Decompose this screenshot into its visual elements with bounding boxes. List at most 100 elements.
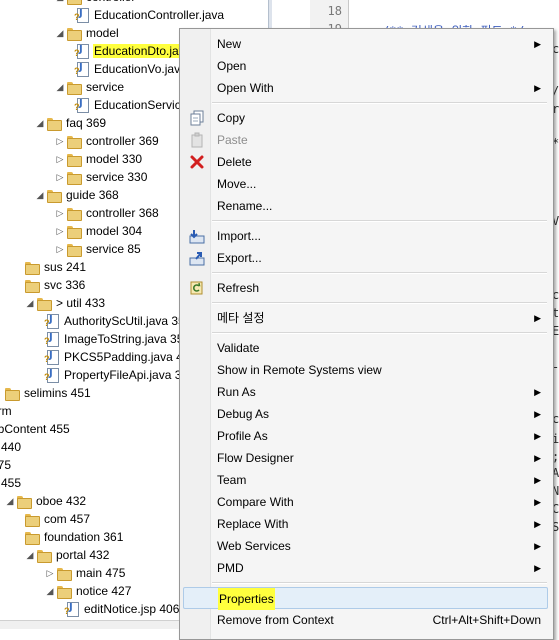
collapse-arrow-icon[interactable]: ◢: [34, 114, 46, 132]
menu-item-item[interactable]: 메타 설정 ▶: [183, 307, 548, 329]
expand-arrow-icon[interactable]: ▷: [54, 204, 66, 222]
menu-item-label: Delete: [217, 155, 252, 169]
tree-item[interactable]: ◢ notice 427: [44, 582, 132, 600]
tree-item[interactable]: ? EducationVo.java: [74, 60, 188, 78]
collapse-arrow-icon[interactable]: ◢: [54, 0, 66, 6]
tree-item[interactable]: 375: [0, 456, 12, 474]
expand-arrow-icon[interactable]: ▷: [54, 132, 66, 150]
menu-item-move[interactable]: Move...: [183, 173, 548, 195]
menu-item-paste[interactable]: Paste: [183, 129, 548, 151]
menu-item-shortcut: Ctrl+Alt+Shift+Down: [432, 613, 541, 627]
tree-item[interactable]: ▷ model 330: [54, 150, 143, 168]
tree-item[interactable]: ▷ controller 369: [54, 132, 160, 150]
collapse-arrow-icon[interactable]: ◢: [4, 492, 16, 510]
collapse-arrow-icon[interactable]: ◢: [54, 24, 66, 42]
expand-arrow-icon[interactable]: ▷: [44, 564, 56, 582]
tree-item-label: controller 369: [86, 134, 159, 148]
tree-item[interactable]: ◢ oboe 432: [4, 492, 87, 510]
collapse-arrow-icon[interactable]: ◢: [54, 78, 66, 96]
tree-item-label: EducationController.java: [94, 8, 225, 22]
menu-item-label: Paste: [217, 133, 248, 147]
package-folder-icon: [66, 150, 82, 168]
menu-item-rename[interactable]: Rename...: [183, 195, 548, 217]
tree-item[interactable]: selimins 451: [4, 384, 92, 402]
tree-item[interactable]: ? ImageToString.java 354: [44, 330, 191, 348]
menu-item-open-with[interactable]: Open With ▶: [183, 77, 548, 99]
tree-item[interactable]: ▷ model 304: [54, 222, 143, 240]
menu-item-flow-designer[interactable]: Flow Designer ▶: [183, 447, 548, 469]
menu-item-validate[interactable]: Validate: [183, 337, 548, 359]
menu-item-import[interactable]: Import...: [183, 225, 548, 247]
tree-item[interactable]: orm: [0, 402, 13, 420]
menu-item-new[interactable]: New ▶: [183, 33, 548, 55]
menu-item-profile-as[interactable]: Profile As ▶: [183, 425, 548, 447]
menu-item-label: Web Services: [217, 539, 291, 553]
refresh-icon: [189, 280, 205, 296]
expand-arrow-icon[interactable]: ▷: [54, 222, 66, 240]
tree-item[interactable]: ▷ main 475: [44, 564, 126, 582]
menu-item-remove-from-context[interactable]: Remove from Context Ctrl+Alt+Shift+Down: [183, 609, 548, 631]
menu-item-delete[interactable]: Delete: [183, 151, 548, 173]
menu-item-pmd[interactable]: PMD ▶: [183, 557, 548, 579]
tree-item[interactable]: ? EducationController.java: [74, 6, 225, 24]
tree-item[interactable]: ?EducationDto.java: [74, 42, 193, 60]
tree-item[interactable]: ◢ guide 368: [34, 186, 120, 204]
tree-item[interactable]: ebContent 455: [0, 420, 71, 438]
menu-item-export[interactable]: Export...: [183, 247, 548, 269]
tree-item[interactable]: ? PKCS5Padding.java 433: [44, 348, 197, 366]
tree-item[interactable]: p 455: [0, 474, 22, 492]
collapse-arrow-icon[interactable]: ◢: [24, 546, 36, 564]
tree-item[interactable]: e 440: [0, 438, 22, 456]
expand-arrow-icon[interactable]: ▷: [54, 150, 66, 168]
tree-item[interactable]: ? editNotice.jsp 406: [64, 600, 180, 618]
menu-item-web-services[interactable]: Web Services ▶: [183, 535, 548, 557]
menu-item-team[interactable]: Team ▶: [183, 469, 548, 491]
tree-item[interactable]: svc 336: [24, 276, 86, 294]
package-folder-icon: [66, 78, 82, 96]
tree-item[interactable]: ▷ service 85: [54, 240, 142, 258]
tree-item[interactable]: com 457: [24, 510, 91, 528]
tree-horizontal-scrollbar[interactable]: [0, 620, 179, 629]
tree-item-label: controller: [85, 0, 136, 4]
tree-item[interactable]: ◢ faq 369: [34, 114, 107, 132]
menu-item-open[interactable]: Open: [183, 55, 548, 77]
tree-item-label: model 304: [86, 224, 143, 238]
tree-item-label: EducationDto.java: [93, 44, 193, 58]
java-file-icon: ?: [74, 96, 90, 114]
menu-item-refresh[interactable]: Refresh: [183, 277, 548, 299]
tree-item[interactable]: ◢ service: [54, 78, 125, 96]
menu-item-label: Profile As: [217, 429, 268, 443]
tree-item[interactable]: ▷ service 330: [54, 168, 148, 186]
tree-item[interactable]: sus 241: [24, 258, 87, 276]
tree-item[interactable]: ◢ > util 433: [24, 294, 106, 312]
menu-item-properties[interactable]: Properties: [183, 587, 548, 610]
tree-item[interactable]: foundation 361: [24, 528, 124, 546]
package-folder-icon: [66, 24, 82, 42]
expand-arrow-icon[interactable]: ▷: [54, 168, 66, 186]
menu-item-debug-as[interactable]: Debug As ▶: [183, 403, 548, 425]
package-folder-icon: [66, 222, 82, 240]
collapse-arrow-icon[interactable]: ◢: [44, 582, 56, 600]
collapse-arrow-icon[interactable]: ◢: [34, 186, 46, 204]
tree-item[interactable]: ◢ portal 432: [24, 546, 110, 564]
menu-item-replace-with[interactable]: Replace With ▶: [183, 513, 548, 535]
collapse-arrow-icon[interactable]: ◢: [24, 294, 36, 312]
tree-item-label: service 330: [86, 170, 148, 184]
tree-item[interactable]: ◢ model: [54, 24, 120, 42]
submenu-arrow-icon: ▶: [534, 431, 541, 441]
menu-item-copy[interactable]: Copy: [183, 107, 548, 129]
package-folder-icon: [24, 510, 40, 528]
menu-item-show-in-remote-systems-view[interactable]: Show in Remote Systems view: [183, 359, 548, 381]
package-folder-icon: [4, 384, 20, 402]
menu-item-label: 메타 설정: [217, 311, 265, 325]
menu-item-compare-with[interactable]: Compare With ▶: [183, 491, 548, 513]
tree-item-label: controller 368: [86, 206, 159, 220]
tree-item[interactable]: ? AuthorityScUtil.java 354: [44, 312, 192, 330]
package-folder-icon: [24, 528, 40, 546]
submenu-arrow-icon: ▶: [534, 409, 541, 419]
tree-item[interactable]: ▷ controller 368: [54, 204, 160, 222]
tree-item[interactable]: ? PropertyFileApi.java 352: [44, 366, 196, 384]
expand-arrow-icon[interactable]: ▷: [54, 240, 66, 258]
menu-item-label: Debug As: [217, 407, 270, 421]
menu-item-run-as[interactable]: Run As ▶: [183, 381, 548, 403]
